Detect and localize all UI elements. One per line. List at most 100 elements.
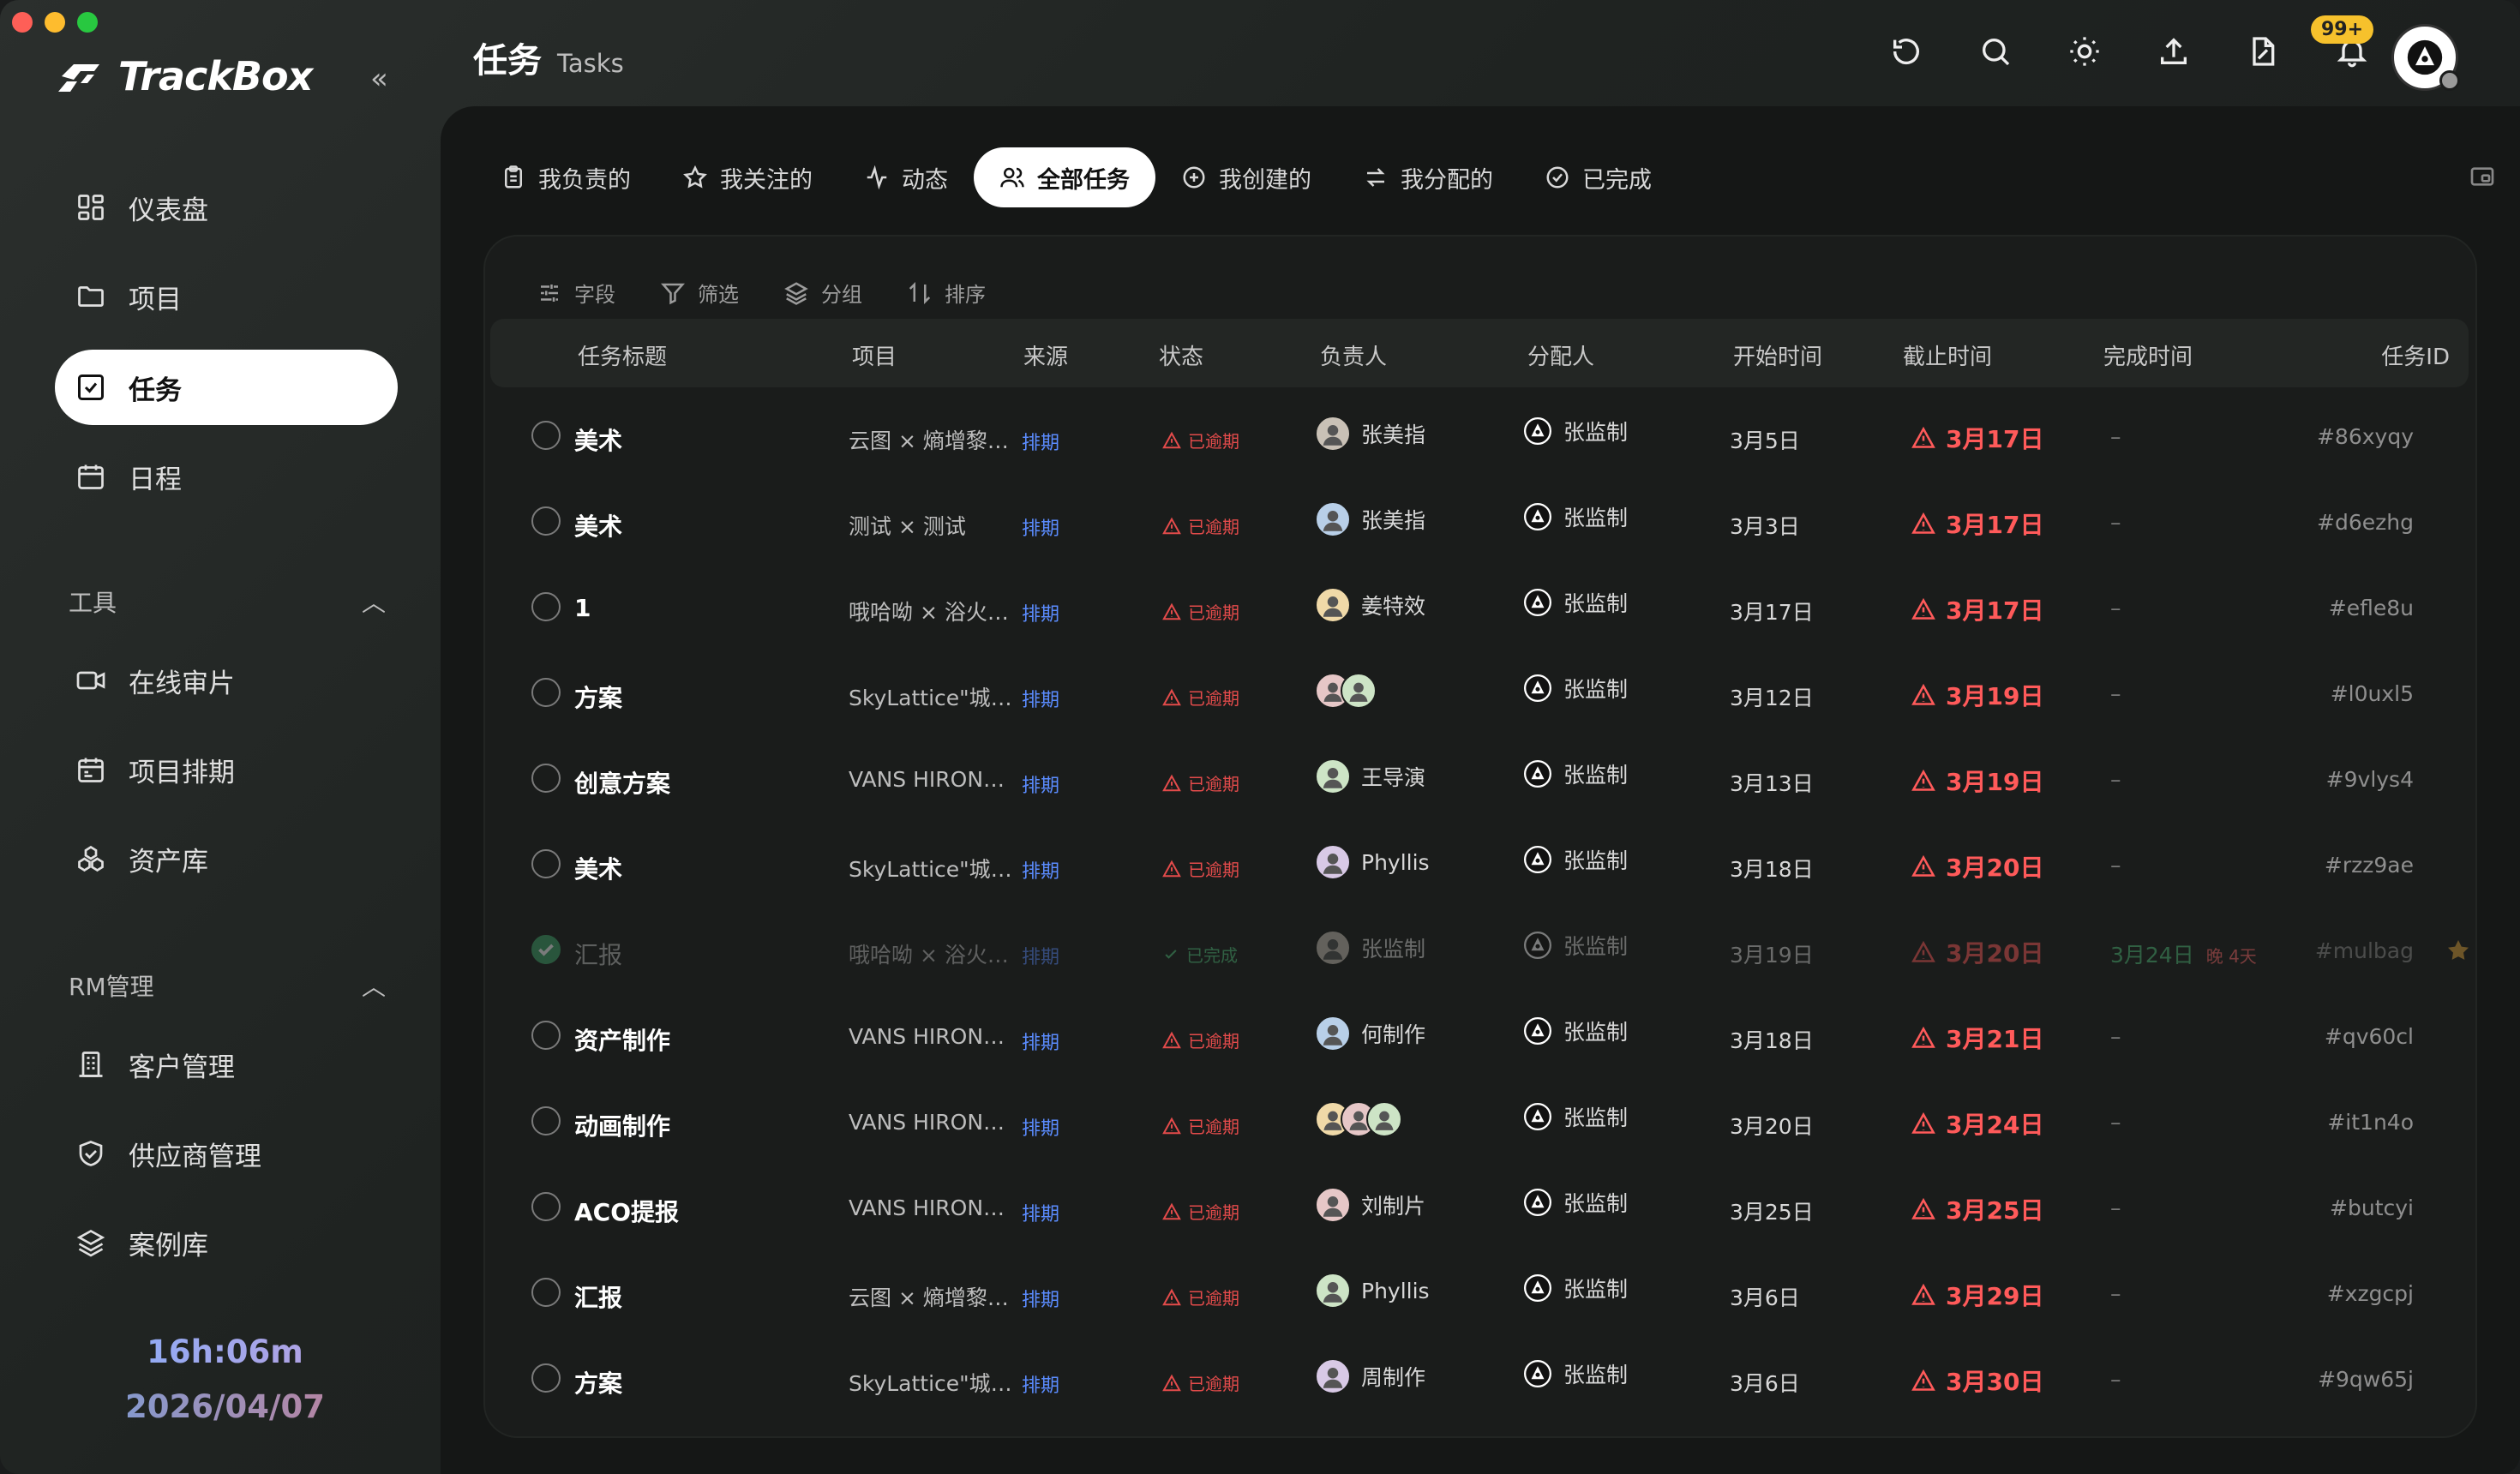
task-project[interactable]: VANS HIRON… bbox=[849, 767, 1005, 792]
task-project[interactable]: 哦哈呦 × 浴火… bbox=[849, 938, 1009, 969]
search-button[interactable] bbox=[1951, 34, 2040, 69]
task-complete-checkbox[interactable] bbox=[531, 592, 561, 621]
task-owner[interactable]: 刘制片 bbox=[1315, 1187, 1425, 1223]
task-project[interactable]: VANS HIRON… bbox=[849, 1024, 1005, 1049]
task-assigner[interactable]: 张监制 bbox=[1522, 1273, 1628, 1303]
tab-completed[interactable]: 已完成 bbox=[1519, 147, 1677, 207]
task-id[interactable]: #86xyqy bbox=[2317, 424, 2414, 449]
table-row[interactable]: 美术 测试 × 测试 排期 已逾期 张美指 张监制 3月3日 3月17日 – #… bbox=[485, 481, 2475, 566]
table-row[interactable]: 美术 云图 × 熵增黎… 排期 已逾期 张美指 张监制 3月5日 3月17日 –… bbox=[485, 395, 2475, 481]
table-row[interactable]: ACO提报 VANS HIRON… 排期 已逾期 刘制片 张监制 3月25日 3… bbox=[485, 1166, 2475, 1252]
sidebar-item-tasks[interactable]: 任务 bbox=[55, 350, 398, 425]
task-id[interactable]: #it1n4o bbox=[2327, 1110, 2414, 1135]
tab-my-created[interactable]: 我创建的 bbox=[1155, 147, 1337, 207]
task-id[interactable]: #l0uxl5 bbox=[2331, 681, 2414, 706]
task-owner[interactable]: Phyllis bbox=[1315, 844, 1430, 880]
upload-button[interactable] bbox=[2129, 34, 2218, 69]
task-assigner[interactable]: 张监制 bbox=[1522, 673, 1628, 704]
task-title[interactable]: 方案 bbox=[574, 680, 622, 714]
table-row[interactable]: 方案 SkyLattice"城… 排期 已逾期 周制作 张监制 3月6日 3月3… bbox=[485, 1338, 2475, 1423]
task-title[interactable]: 汇报 bbox=[574, 937, 622, 971]
task-assigner[interactable]: 张监制 bbox=[1522, 416, 1628, 446]
table-row[interactable]: 汇报 哦哈呦 × 浴火… 排期 已完成 张监制 张监制 3月19日 3月20日 … bbox=[485, 909, 2475, 995]
col-header-source[interactable]: 来源 bbox=[1023, 339, 1068, 371]
task-id[interactable]: #d6ezhg bbox=[2317, 510, 2414, 535]
refresh-button[interactable] bbox=[1862, 34, 1951, 69]
task-title[interactable]: 美术 bbox=[574, 422, 622, 457]
task-complete-checkbox[interactable] bbox=[531, 849, 561, 878]
task-complete-checkbox[interactable] bbox=[531, 1363, 561, 1393]
fields-button[interactable]: 字段 bbox=[537, 278, 615, 308]
task-id[interactable]: #butcyi bbox=[2330, 1195, 2414, 1220]
tab-all-tasks[interactable]: 全部任务 bbox=[974, 147, 1155, 207]
col-header-title[interactable]: 任务标题 bbox=[578, 339, 667, 371]
filter-button[interactable]: 筛选 bbox=[660, 278, 739, 308]
task-project[interactable]: 测试 × 测试 bbox=[849, 510, 966, 541]
task-id[interactable]: #9vlys4 bbox=[2326, 767, 2414, 792]
task-complete-checkbox[interactable] bbox=[531, 1278, 561, 1307]
sidebar-item-dashboard[interactable]: 仪表盘 bbox=[55, 170, 398, 245]
col-header-id[interactable]: 任务ID bbox=[2381, 339, 2450, 371]
tab-activity[interactable]: 动态 bbox=[838, 147, 974, 207]
task-id[interactable]: #efle8u bbox=[2329, 596, 2414, 620]
task-title[interactable]: 创意方案 bbox=[574, 765, 670, 800]
task-complete-checkbox[interactable] bbox=[531, 1021, 561, 1050]
tab-my-assigned[interactable]: 我分配的 bbox=[1337, 147, 1519, 207]
sort-button[interactable]: 排序 bbox=[907, 278, 986, 308]
col-header-finished[interactable]: 完成时间 bbox=[2103, 339, 2193, 371]
task-complete-checkbox[interactable] bbox=[531, 764, 561, 793]
collapse-sidebar-icon[interactable]: « bbox=[370, 62, 388, 96]
tools-section-header[interactable]: 工具 ︿ bbox=[69, 584, 386, 619]
sidebar-item-review[interactable]: 在线审片 bbox=[55, 643, 398, 718]
task-owner[interactable]: 张美指 bbox=[1315, 416, 1425, 452]
group-button[interactable]: 分组 bbox=[783, 278, 862, 308]
table-row[interactable]: 资产制作 VANS HIRON… 排期 已逾期 何制作 张监制 3月18日 3月… bbox=[485, 995, 2475, 1081]
task-complete-checkbox[interactable] bbox=[531, 1192, 561, 1221]
sidebar-item-cases[interactable]: 案例库 bbox=[55, 1205, 398, 1280]
task-id[interactable]: #mulbag bbox=[2315, 938, 2414, 963]
table-row[interactable]: 方案 SkyLattice"城… 排期 已逾期 张监制 3月12日 3月19日 … bbox=[485, 652, 2475, 738]
task-assigner[interactable]: 张监制 bbox=[1522, 1101, 1628, 1132]
task-complete-checkbox[interactable] bbox=[531, 506, 561, 536]
task-id[interactable]: #rzz9ae bbox=[2325, 853, 2414, 878]
task-owner[interactable] bbox=[1315, 1101, 1402, 1137]
task-assigner[interactable]: 张监制 bbox=[1522, 844, 1628, 875]
sidebar-item-projects[interactable]: 项目 bbox=[55, 259, 398, 334]
task-complete-checkbox[interactable] bbox=[531, 935, 561, 964]
panel-toggle-button[interactable] bbox=[2469, 163, 2496, 194]
task-assigner[interactable]: 张监制 bbox=[1522, 930, 1628, 961]
task-owner[interactable]: 张监制 bbox=[1315, 930, 1425, 966]
tab-my-responsible[interactable]: 我负责的 bbox=[475, 147, 657, 207]
task-id[interactable]: #xzgcpj bbox=[2327, 1281, 2414, 1306]
task-project[interactable]: 云图 × 熵增黎… bbox=[849, 1281, 1009, 1312]
theme-toggle-button[interactable] bbox=[2040, 34, 2129, 69]
col-header-assigner[interactable]: 分配人 bbox=[1527, 339, 1594, 371]
task-owner[interactable]: 王导演 bbox=[1315, 758, 1425, 794]
task-title[interactable]: 汇报 bbox=[574, 1279, 622, 1314]
sidebar-item-schedule[interactable]: 日程 bbox=[55, 439, 398, 514]
task-id[interactable]: #9qw65j bbox=[2318, 1367, 2414, 1392]
task-project[interactable]: SkyLattice"城… bbox=[849, 1367, 1012, 1398]
star-filled-icon[interactable] bbox=[2445, 937, 2472, 969]
task-title[interactable]: 美术 bbox=[574, 851, 622, 885]
task-title[interactable]: 美术 bbox=[574, 508, 622, 542]
task-project[interactable]: VANS HIRON… bbox=[849, 1110, 1005, 1135]
tab-my-following[interactable]: 我关注的 bbox=[657, 147, 838, 207]
file-sign-button[interactable] bbox=[2218, 34, 2307, 69]
task-assigner[interactable]: 张监制 bbox=[1522, 587, 1628, 618]
task-project[interactable]: 哦哈呦 × 浴火… bbox=[849, 596, 1009, 626]
table-row[interactable]: 美术 SkyLattice"城… 排期 已逾期 Phyllis 张监制 3月18… bbox=[485, 824, 2475, 909]
table-row[interactable]: 动画制作 VANS HIRON… 排期 已逾期 张监制 3月20日 3月24日 … bbox=[485, 1081, 2475, 1166]
task-project[interactable]: SkyLattice"城… bbox=[849, 681, 1012, 712]
task-complete-checkbox[interactable] bbox=[531, 421, 561, 450]
task-assigner[interactable]: 张监制 bbox=[1522, 501, 1628, 532]
task-title[interactable]: 方案 bbox=[574, 1365, 622, 1399]
sidebar-item-clients[interactable]: 客户管理 bbox=[55, 1027, 398, 1102]
task-assigner[interactable]: 张监制 bbox=[1522, 1358, 1628, 1389]
col-header-owner[interactable]: 负责人 bbox=[1320, 339, 1387, 371]
task-project[interactable]: 云图 × 熵增黎… bbox=[849, 424, 1009, 455]
table-row[interactable]: 创意方案 VANS HIRON… 排期 已逾期 王导演 张监制 3月13日 3月… bbox=[485, 738, 2475, 824]
task-assigner[interactable]: 张监制 bbox=[1522, 1187, 1628, 1218]
sidebar-item-project-schedule[interactable]: 项目排期 bbox=[55, 732, 398, 807]
col-header-status[interactable]: 状态 bbox=[1159, 339, 1203, 371]
